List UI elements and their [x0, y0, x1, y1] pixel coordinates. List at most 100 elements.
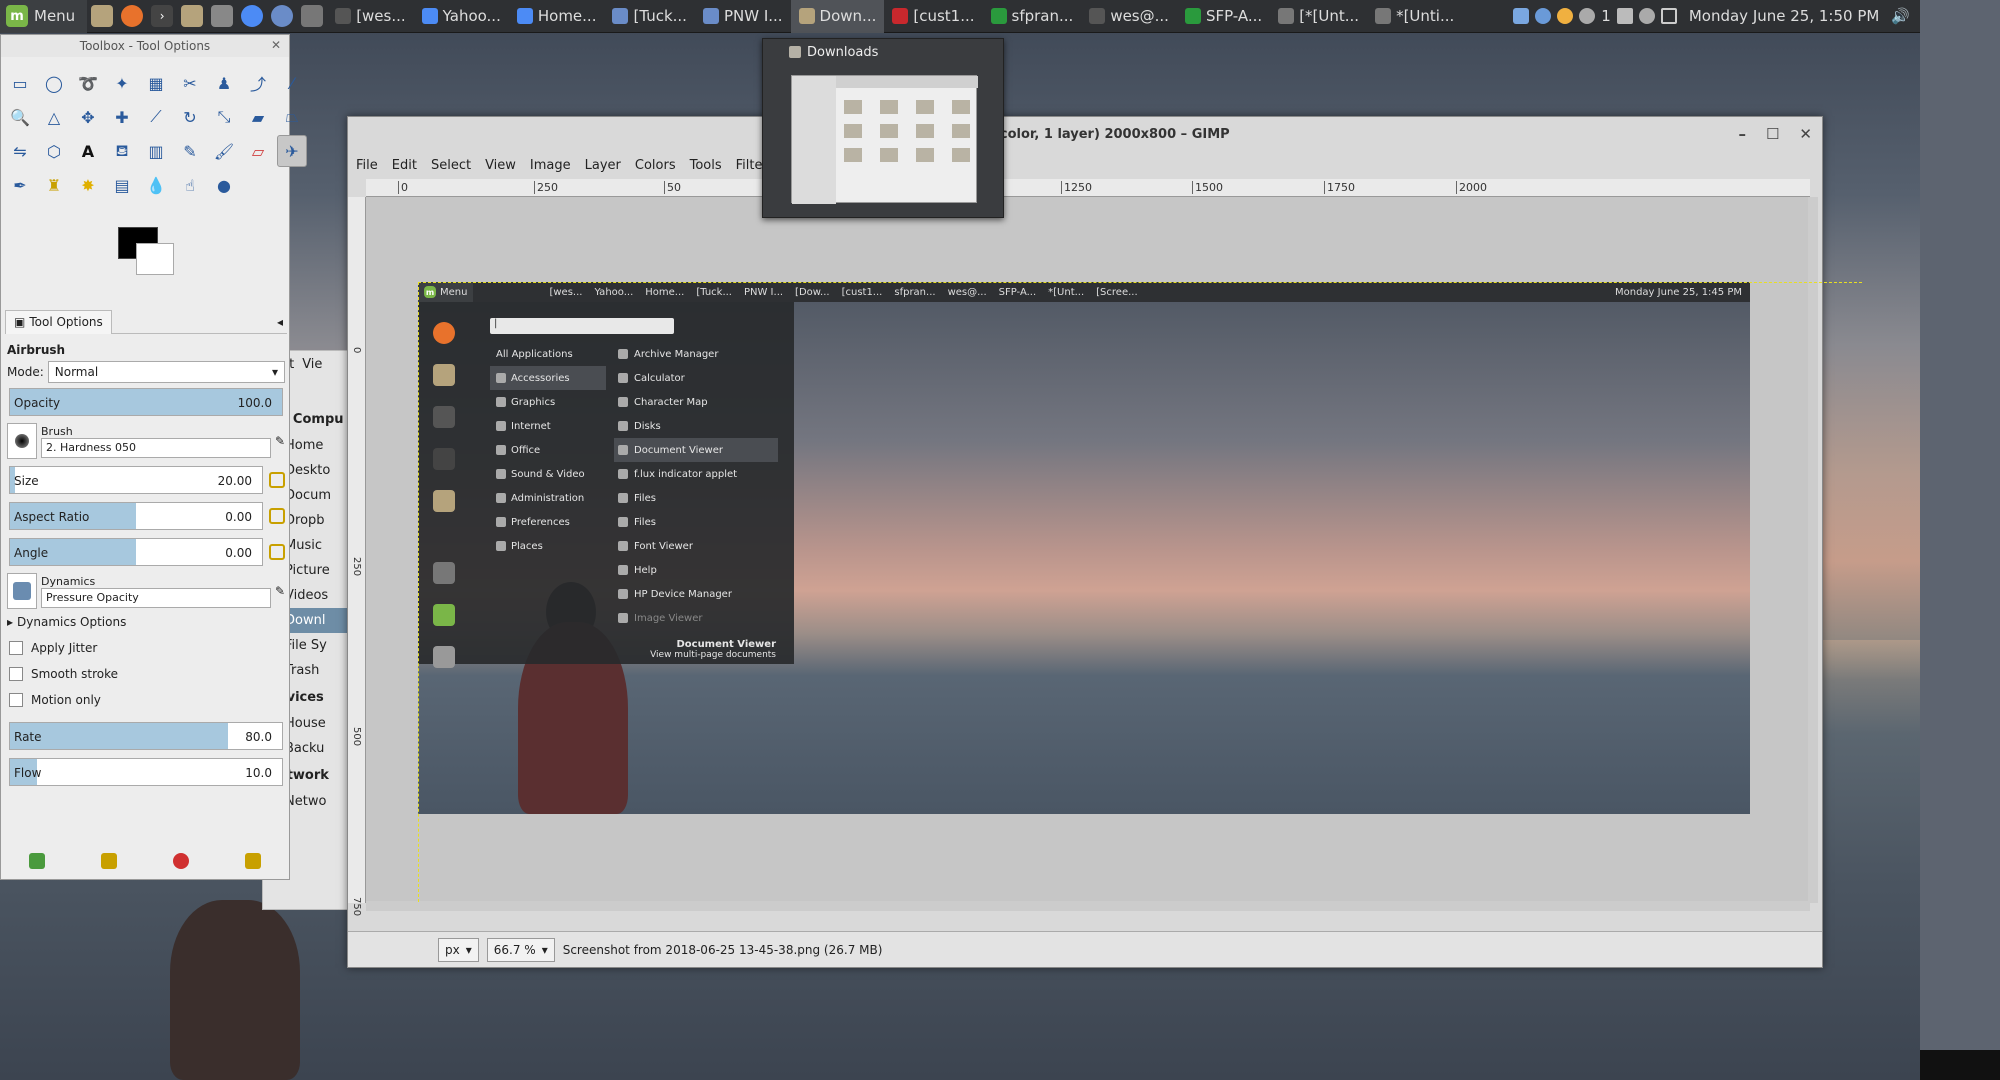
- delete-options-icon[interactable]: [173, 853, 189, 869]
- clone-icon[interactable]: ♜: [39, 169, 69, 201]
- cage-icon[interactable]: ⬡: [39, 135, 69, 167]
- dropbox-icon[interactable]: [1513, 8, 1530, 24]
- menu-view[interactable]: View: [485, 158, 516, 173]
- paths-icon[interactable]: ⤴: [243, 67, 273, 99]
- firefox-launcher-icon[interactable]: [121, 5, 144, 27]
- taskbar-item[interactable]: [*[Unt...: [1270, 0, 1367, 33]
- taskbar-item[interactable]: wes@...: [1081, 0, 1177, 33]
- dynamics-preview[interactable]: [7, 573, 37, 609]
- taskbar-item[interactable]: [wes...: [327, 0, 413, 33]
- shear-icon[interactable]: ▰: [243, 101, 273, 133]
- fuzzy-select-icon[interactable]: ✦: [107, 67, 137, 99]
- reset-angle-icon[interactable]: [269, 544, 285, 560]
- mode-select[interactable]: Normal ▾: [47, 361, 285, 383]
- scale-icon[interactable]: ⤡: [209, 101, 239, 133]
- lasso-icon[interactable]: ➰: [73, 67, 103, 99]
- brush-preview[interactable]: [7, 423, 37, 459]
- flow-slider[interactable]: Flow 10.0: [9, 758, 283, 786]
- smooth-stroke-checkbox[interactable]: Smooth stroke: [9, 667, 283, 681]
- vertical-ruler[interactable]: 0 250 500 750: [348, 197, 366, 916]
- menu-select[interactable]: Select: [431, 158, 471, 173]
- toolbox-titlebar[interactable]: Toolbox - Tool Options ✕: [1, 35, 289, 57]
- flux-icon[interactable]: [1557, 8, 1574, 24]
- calculator-launcher-icon[interactable]: [211, 5, 234, 27]
- rate-slider[interactable]: Rate 80.0: [9, 722, 283, 750]
- angle-slider[interactable]: Angle 0.00: [9, 538, 263, 566]
- apply-jitter-checkbox[interactable]: Apply Jitter: [9, 641, 283, 655]
- info-icon[interactable]: [1579, 8, 1596, 24]
- dynamics-options-expander[interactable]: ▸ Dynamics Options: [7, 615, 285, 629]
- close-icon[interactable]: ✕: [1799, 125, 1812, 143]
- taskbar-item[interactable]: *[Unti...: [1367, 0, 1462, 33]
- perspective-clone-icon[interactable]: ▤: [107, 169, 137, 201]
- clipboard-icon[interactable]: [1616, 8, 1633, 24]
- files-launcher-icon[interactable]: [91, 5, 114, 27]
- move-icon[interactable]: ✥: [73, 101, 103, 133]
- maximize-icon[interactable]: ☐: [1766, 125, 1779, 143]
- reset-options-icon[interactable]: [245, 853, 261, 869]
- rect-select-icon[interactable]: ▭: [5, 67, 35, 99]
- motion-only-checkbox[interactable]: Motion only: [9, 693, 283, 707]
- size-slider[interactable]: Size 20.00: [9, 466, 263, 494]
- reset-aspect-icon[interactable]: [269, 508, 285, 524]
- airbrush-icon[interactable]: ✈: [277, 135, 307, 167]
- taskbar-item[interactable]: sfpran...: [983, 0, 1082, 33]
- foreground-select-icon[interactable]: ♟: [209, 67, 239, 99]
- volume-icon[interactable]: 🔊: [1891, 7, 1910, 25]
- opacity-slider[interactable]: Opacity 100.0: [9, 388, 283, 416]
- smudge-icon[interactable]: ☝: [175, 169, 205, 201]
- flip-icon[interactable]: ⇋: [5, 135, 35, 167]
- taskbar-item[interactable]: Yahoo...: [414, 0, 509, 33]
- blur-icon[interactable]: 💧: [141, 169, 171, 201]
- tab-menu-icon[interactable]: ◂: [277, 315, 283, 329]
- window-thumbnail[interactable]: [791, 75, 978, 204]
- taskbar-item[interactable]: SFP-A...: [1177, 0, 1270, 33]
- window-preview-popup[interactable]: Downloads: [762, 38, 1004, 218]
- color-picker-icon[interactable]: ⁄: [277, 67, 307, 99]
- pencil-icon[interactable]: ✎: [175, 135, 205, 167]
- gimp-titlebar[interactable]: .0 (RGB color, 1 layer) 2000x800 – GIMP …: [348, 117, 1822, 151]
- heal-icon[interactable]: ✸: [73, 169, 103, 201]
- horizontal-scrollbar[interactable]: [366, 901, 1810, 911]
- dynamics-field[interactable]: Pressure Opacity: [41, 587, 271, 608]
- terminal-launcher-icon[interactable]: ›: [151, 5, 174, 27]
- unit-select[interactable]: px ▾: [438, 937, 479, 962]
- menu-layer[interactable]: Layer: [585, 158, 621, 173]
- window-icon[interactable]: [1660, 8, 1677, 24]
- measure-icon[interactable]: △: [39, 101, 69, 133]
- scissors-icon[interactable]: ✂: [175, 67, 205, 99]
- zoom-select[interactable]: 66.7 % ▾: [486, 937, 555, 962]
- color-select-icon[interactable]: ▦: [141, 67, 171, 99]
- tab-tool-options[interactable]: ▣ Tool Options: [5, 309, 112, 334]
- workspace-count[interactable]: 1: [1601, 7, 1611, 25]
- reset-size-icon[interactable]: [269, 472, 285, 488]
- save-options-icon[interactable]: [29, 853, 45, 869]
- minimize-icon[interactable]: –: [1738, 125, 1746, 143]
- menu-tools[interactable]: Tools: [690, 158, 722, 173]
- zoom-icon[interactable]: 🔍: [5, 101, 35, 133]
- restore-options-icon[interactable]: [101, 853, 117, 869]
- taskbar-item[interactable]: [cust1...: [884, 0, 982, 33]
- edit-dynamics-icon[interactable]: ✎: [275, 584, 285, 598]
- bucket-fill-icon[interactable]: ⛾: [107, 135, 137, 167]
- fm-view-menu[interactable]: Vie: [302, 357, 322, 372]
- menu-image[interactable]: Image: [530, 158, 571, 173]
- dodge-burn-icon[interactable]: ●: [209, 169, 239, 201]
- align-icon[interactable]: ✚: [107, 101, 137, 133]
- user-icon[interactable]: [1638, 8, 1655, 24]
- background-color[interactable]: [136, 243, 174, 275]
- perspective-icon[interactable]: ⏢: [277, 101, 307, 133]
- menu-colors[interactable]: Colors: [635, 158, 676, 173]
- taskbar-item[interactable]: Home...: [509, 0, 605, 33]
- ellipse-select-icon[interactable]: ◯: [39, 67, 69, 99]
- menu-file[interactable]: File: [356, 158, 378, 173]
- folder-launcher-icon[interactable]: [181, 5, 204, 27]
- menu-button[interactable]: m Menu: [0, 0, 88, 33]
- taskbar-item[interactable]: PNW I...: [695, 0, 791, 33]
- eraser-icon[interactable]: ▱: [243, 135, 273, 167]
- edit-brush-icon[interactable]: ✎: [275, 434, 285, 448]
- text-icon[interactable]: A: [73, 135, 103, 167]
- panel-clock[interactable]: Monday June 25, 1:50 PM: [1689, 7, 1879, 25]
- web-launcher-icon[interactable]: [271, 5, 294, 27]
- paintbrush-icon[interactable]: 🖌: [209, 135, 239, 167]
